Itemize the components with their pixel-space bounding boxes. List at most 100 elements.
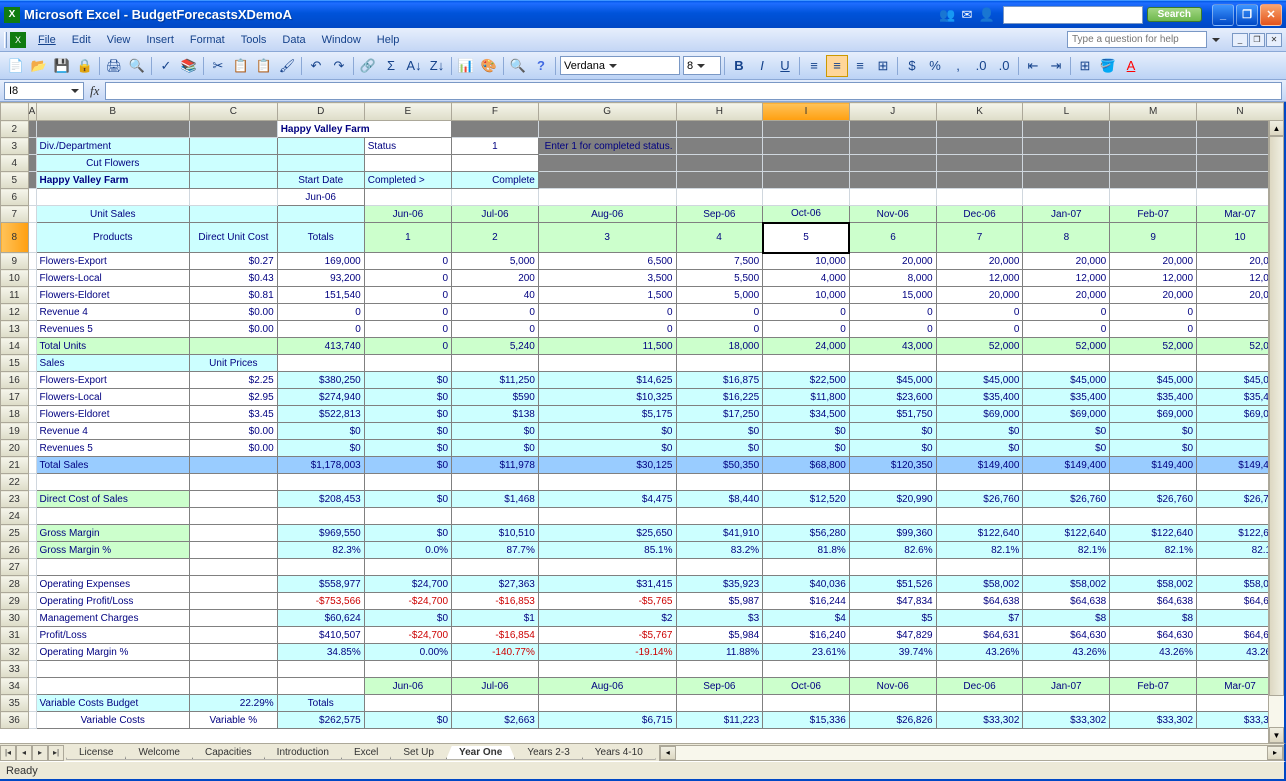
cell[interactable]: $16,244 xyxy=(763,593,850,610)
cell[interactable] xyxy=(676,121,763,138)
cell[interactable]: $0 xyxy=(364,372,451,389)
cell[interactable]: Operating Profit/Loss xyxy=(36,593,190,610)
cell[interactable]: 1,500 xyxy=(538,287,676,304)
cell[interactable]: 413,740 xyxy=(277,338,364,355)
cell[interactable]: 82.3% xyxy=(277,542,364,559)
cell[interactable]: $590 xyxy=(452,389,539,406)
cell[interactable] xyxy=(849,172,936,189)
cell[interactable]: Nov-06 xyxy=(849,206,936,223)
scroll-left-button[interactable]: ◂ xyxy=(660,746,676,760)
cell[interactable]: 8,000 xyxy=(849,270,936,287)
column-header[interactable]: C xyxy=(190,103,278,121)
cell[interactable] xyxy=(763,508,850,525)
cell[interactable] xyxy=(763,474,850,491)
cell[interactable]: 0 xyxy=(936,321,1023,338)
percent-icon[interactable]: % xyxy=(924,55,946,77)
cell[interactable]: Direct Unit Cost xyxy=(190,223,278,253)
messenger-icon[interactable]: 👤 xyxy=(978,7,994,23)
tab-prev-button[interactable]: ◂ xyxy=(16,745,32,761)
menu-file[interactable]: File xyxy=(30,32,64,48)
cell[interactable] xyxy=(36,508,190,525)
cell[interactable] xyxy=(1023,508,1110,525)
cell[interactable]: $35,923 xyxy=(676,576,763,593)
row-header[interactable]: 33 xyxy=(1,661,29,678)
cell[interactable] xyxy=(1110,155,1197,172)
mail-icon[interactable]: ✉ xyxy=(962,7,973,23)
cell[interactable] xyxy=(1023,695,1110,712)
cell[interactable] xyxy=(452,355,539,372)
toolbar-handle[interactable] xyxy=(4,32,7,48)
cell[interactable]: $410,507 xyxy=(277,627,364,644)
cell[interactable]: $69,000 xyxy=(1110,406,1197,423)
cell[interactable]: Oct-06 xyxy=(763,678,850,695)
cell[interactable] xyxy=(28,338,36,355)
cell[interactable]: $30,125 xyxy=(538,457,676,474)
scroll-down-button[interactable]: ▼ xyxy=(1269,727,1284,743)
cell[interactable]: -$5,767 xyxy=(538,627,676,644)
cell[interactable]: 18,000 xyxy=(676,338,763,355)
cell[interactable]: 85.1% xyxy=(538,542,676,559)
cell[interactable] xyxy=(28,661,36,678)
cell[interactable]: $558,977 xyxy=(277,576,364,593)
cell[interactable] xyxy=(538,474,676,491)
cell[interactable]: $56,280 xyxy=(763,525,850,542)
column-header[interactable]: F xyxy=(452,103,539,121)
increase-decimal-icon[interactable]: .0 xyxy=(970,55,992,77)
cell[interactable]: $11,250 xyxy=(452,372,539,389)
cell[interactable] xyxy=(28,121,36,138)
cell[interactable]: 40 xyxy=(452,287,539,304)
cell[interactable] xyxy=(277,508,364,525)
cell[interactable]: Status xyxy=(364,138,451,155)
align-right-icon[interactable]: ≡ xyxy=(849,55,871,77)
sheet-tab[interactable]: Capacities xyxy=(192,746,265,760)
cell[interactable] xyxy=(936,121,1023,138)
cell[interactable]: $26,826 xyxy=(849,712,936,729)
doc-close-button[interactable]: ✕ xyxy=(1266,33,1282,47)
cell[interactable]: $51,750 xyxy=(849,406,936,423)
cell[interactable]: 0 xyxy=(676,304,763,321)
column-header[interactable]: I xyxy=(763,103,850,121)
cell[interactable]: Aug-06 xyxy=(538,206,676,223)
cell[interactable]: $0 xyxy=(277,423,364,440)
cell[interactable]: $16,225 xyxy=(676,389,763,406)
cell[interactable]: $11,223 xyxy=(676,712,763,729)
cell[interactable]: -$5,765 xyxy=(538,593,676,610)
cell[interactable]: 12,000 xyxy=(1110,270,1197,287)
cell[interactable]: -140.77% xyxy=(452,644,539,661)
zoom-icon[interactable]: 🔍 xyxy=(507,55,529,77)
cell[interactable]: $2,663 xyxy=(452,712,539,729)
worksheet-grid[interactable]: ABCDEFGHIJKLMN2Happy Valley Farm3Div./De… xyxy=(0,102,1286,743)
cell[interactable] xyxy=(190,661,278,678)
cell[interactable]: 11,500 xyxy=(538,338,676,355)
cell[interactable]: 82.6% xyxy=(849,542,936,559)
cell[interactable]: $122,640 xyxy=(1110,525,1197,542)
row-header[interactable]: 31 xyxy=(1,627,29,644)
cell[interactable]: Happy Valley Farm xyxy=(36,172,190,189)
cell[interactable]: $0 xyxy=(364,491,451,508)
cell[interactable] xyxy=(538,661,676,678)
cell[interactable]: $11,978 xyxy=(452,457,539,474)
cell[interactable] xyxy=(190,172,278,189)
cell[interactable]: $64,630 xyxy=(1110,627,1197,644)
cell[interactable] xyxy=(1023,661,1110,678)
cell[interactable]: Variable % xyxy=(190,712,278,729)
cell[interactable]: Flowers-Local xyxy=(36,270,190,287)
cell[interactable] xyxy=(538,695,676,712)
cell[interactable]: 200 xyxy=(452,270,539,287)
cell[interactable]: Completed > xyxy=(364,172,451,189)
cell[interactable]: 6,500 xyxy=(538,253,676,270)
row-header[interactable]: 16 xyxy=(1,372,29,389)
cell[interactable] xyxy=(1023,189,1110,206)
autosum-icon[interactable]: Σ xyxy=(380,55,402,77)
cell[interactable]: 0 xyxy=(1110,321,1197,338)
cell[interactable]: 9 xyxy=(1110,223,1197,253)
cell[interactable] xyxy=(28,542,36,559)
row-header[interactable]: 10 xyxy=(1,270,29,287)
sheet-tab[interactable]: Years 4-10 xyxy=(582,746,656,760)
cell[interactable]: $31,415 xyxy=(538,576,676,593)
vertical-scrollbar[interactable]: ▲ ▼ xyxy=(1268,120,1284,743)
cell[interactable]: $0 xyxy=(676,440,763,457)
cell[interactable]: Revenues 5 xyxy=(36,321,190,338)
cell[interactable] xyxy=(763,189,850,206)
cell[interactable]: Complete xyxy=(452,172,539,189)
